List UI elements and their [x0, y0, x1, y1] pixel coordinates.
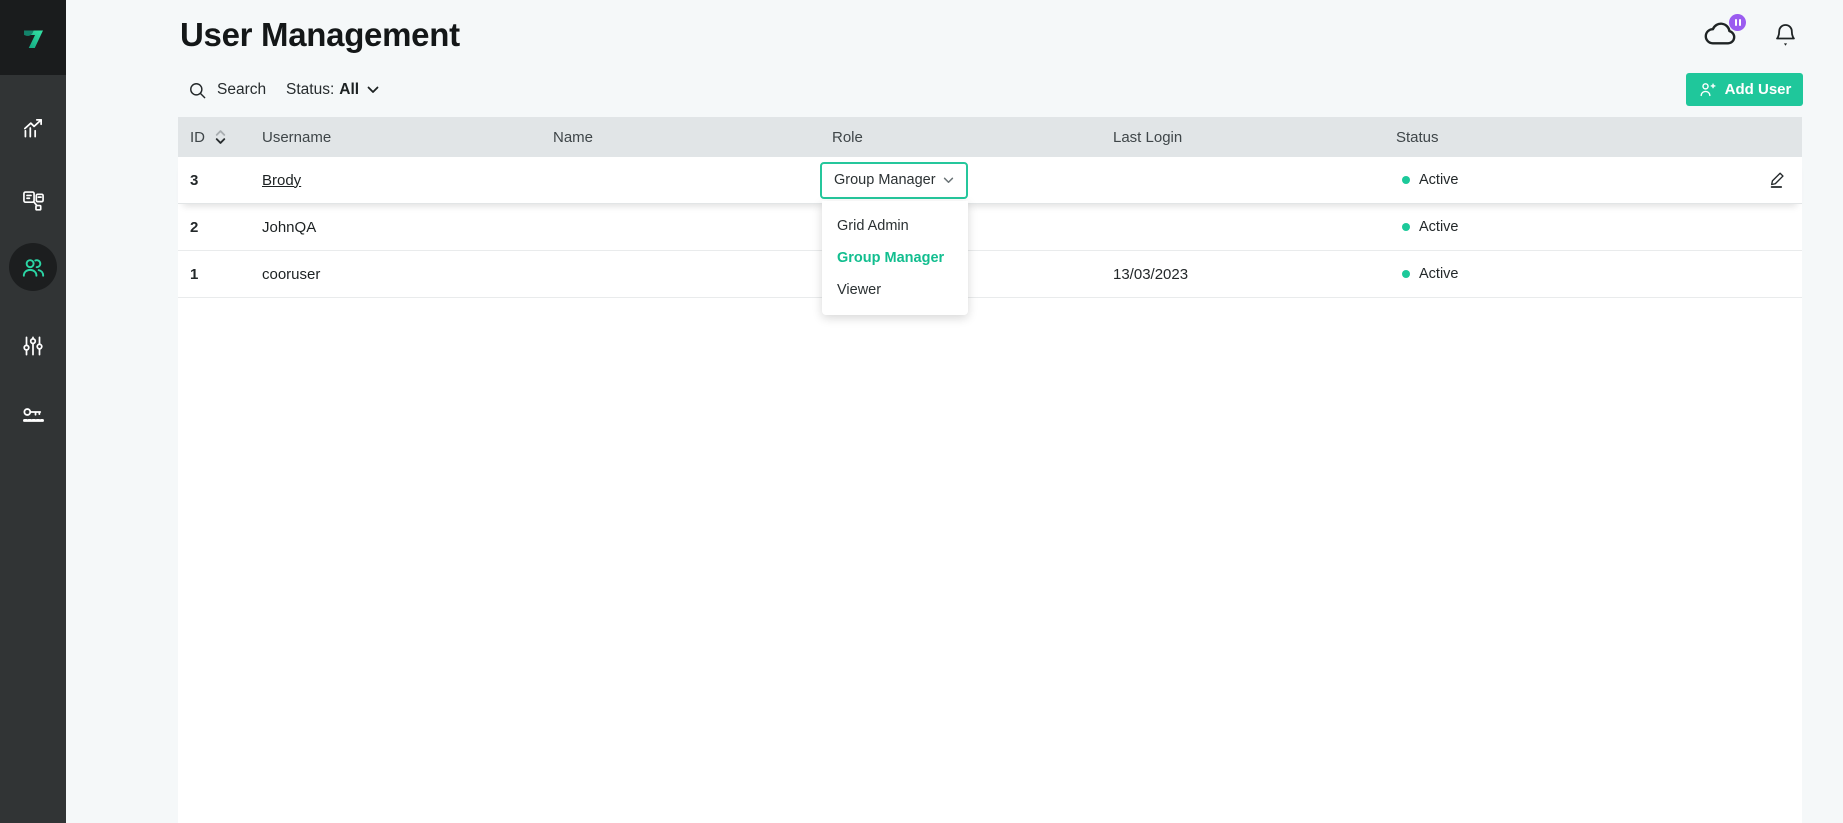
sort-icon[interactable]: [215, 130, 226, 144]
cell-status: Active: [1396, 172, 1753, 188]
search-icon: [188, 81, 207, 100]
table-row[interactable]: 1 cooruser 13/03/2023 Active: [178, 251, 1802, 298]
add-user-label: Add User: [1725, 81, 1792, 98]
table-header-row: ID Username Name Role Last Login Status: [178, 117, 1802, 157]
role-option-grid-admin[interactable]: Grid Admin: [822, 210, 968, 242]
status-filter-dropdown[interactable]: Status: All: [286, 78, 379, 102]
status-label: Active: [1419, 172, 1459, 188]
status-filter-label: Status:: [286, 81, 334, 99]
brand-logo-7-icon: [18, 23, 48, 53]
page-title: User Management: [180, 16, 460, 54]
column-header-status: Status: [1396, 129, 1753, 146]
sidebar-item-users[interactable]: [0, 243, 66, 291]
column-header-name: Name: [553, 129, 832, 146]
active-item-highlight: [9, 243, 57, 291]
add-user-icon: [1698, 80, 1717, 99]
sidebar: [0, 0, 66, 823]
app-logo[interactable]: [0, 0, 66, 75]
users-icon: [20, 254, 47, 281]
status-dot-icon: [1402, 270, 1410, 278]
sidebar-item-api-keys[interactable]: [0, 392, 66, 440]
devices-topology-icon: [20, 187, 47, 214]
sidebar-item-devices[interactable]: [0, 176, 66, 224]
status-label: Active: [1419, 266, 1459, 282]
role-select[interactable]: Group Manager: [820, 162, 968, 199]
column-header-id-label: ID: [190, 129, 205, 146]
sidebar-item-settings[interactable]: [0, 322, 66, 370]
notification-bell-icon: [1772, 20, 1799, 52]
status-dot-icon: [1402, 223, 1410, 231]
cell-status: Active: [1396, 219, 1753, 235]
table-row[interactable]: 3 Brody Group Manager Active: [178, 157, 1802, 204]
cell-id: 2: [178, 219, 262, 236]
username-link[interactable]: cooruser: [262, 266, 320, 283]
users-table: ID Username Name Role Last Login Status …: [178, 117, 1802, 823]
search-input[interactable]: Search: [188, 78, 266, 102]
status-label: Active: [1419, 219, 1459, 235]
role-select-value: Group Manager: [834, 172, 936, 188]
cell-last-login: 13/03/2023: [1113, 266, 1396, 283]
column-header-role: Role: [832, 129, 1113, 146]
sidebar-item-analytics[interactable]: [0, 104, 66, 152]
cell-id: 1: [178, 266, 262, 283]
sliders-settings-icon: [20, 333, 46, 359]
cell-status: Active: [1396, 266, 1753, 282]
table-row[interactable]: 2 JohnQA Active: [178, 204, 1802, 251]
status-filter-value: All: [339, 81, 359, 99]
analytics-chart-icon: [20, 115, 46, 141]
role-dropdown-menu: Grid Admin Group Manager Viewer: [822, 201, 968, 315]
add-user-button[interactable]: Add User: [1686, 73, 1803, 106]
api-key-icon: [20, 403, 47, 430]
chevron-down-icon: [943, 177, 954, 184]
status-dot-icon: [1402, 176, 1410, 184]
edit-pencil-icon: [1767, 169, 1789, 191]
column-header-id[interactable]: ID: [178, 129, 262, 146]
username-link[interactable]: Brody: [262, 172, 301, 189]
column-header-username: Username: [262, 129, 553, 146]
column-header-last-login: Last Login: [1113, 129, 1396, 146]
role-option-viewer[interactable]: Viewer: [822, 274, 968, 306]
username-link[interactable]: JohnQA: [262, 219, 316, 236]
chevron-down-icon: [367, 86, 379, 94]
cell-id: 3: [178, 172, 262, 189]
search-placeholder: Search: [217, 81, 266, 99]
pause-badge-icon: [1729, 14, 1746, 31]
cloud-status-button[interactable]: [1702, 18, 1746, 56]
role-option-group-manager[interactable]: Group Manager: [822, 242, 968, 274]
edit-user-button[interactable]: [1767, 169, 1789, 191]
notifications-button[interactable]: [1772, 20, 1800, 54]
